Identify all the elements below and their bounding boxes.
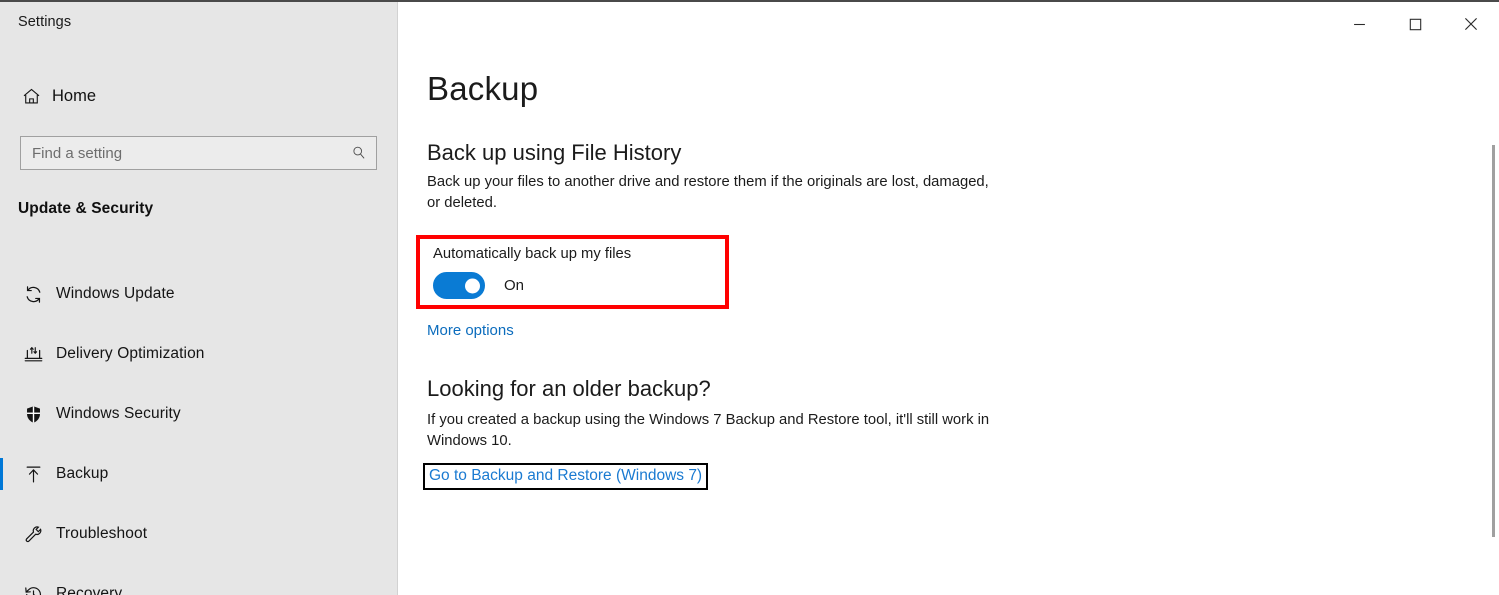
sidebar-item-troubleshoot[interactable]: Troubleshoot xyxy=(0,504,398,564)
close-icon xyxy=(1464,17,1478,31)
vertical-scrollbar-thumb[interactable] xyxy=(1492,145,1495,537)
search-input[interactable] xyxy=(21,145,342,162)
settings-window: Settings Home Update & Security xyxy=(0,0,1499,595)
delivery-optimization-icon xyxy=(10,344,56,365)
search-box[interactable] xyxy=(20,136,377,170)
sidebar-item-label: Recovery xyxy=(56,585,122,595)
page-title: Backup xyxy=(427,70,538,108)
auto-backup-label: Automatically back up my files xyxy=(433,246,631,262)
home-icon xyxy=(10,86,52,107)
go-to-backup-restore-link[interactable]: Go to Backup and Restore (Windows 7) xyxy=(429,467,702,484)
toggle-knob xyxy=(465,278,480,293)
auto-backup-toggle-row: On xyxy=(433,272,524,299)
window-controls xyxy=(1331,2,1499,46)
sidebar-item-label: Windows Update xyxy=(56,285,175,303)
search-button[interactable] xyxy=(342,137,376,169)
refresh-icon xyxy=(10,284,56,305)
selection-indicator xyxy=(0,398,3,430)
file-history-heading: Back up using File History xyxy=(427,140,681,166)
sidebar-item-home[interactable]: Home xyxy=(10,77,388,115)
minimize-button[interactable] xyxy=(1331,2,1387,46)
auto-backup-state: On xyxy=(504,277,524,294)
auto-backup-highlight-box: Automatically back up my files On xyxy=(416,235,729,309)
sidebar-item-home-label: Home xyxy=(52,87,96,106)
sidebar-item-windows-security[interactable]: Windows Security xyxy=(0,384,398,444)
sidebar-item-label: Delivery Optimization xyxy=(56,345,205,363)
history-clock-icon xyxy=(10,584,56,595)
selection-indicator xyxy=(0,278,3,310)
shield-icon xyxy=(10,404,56,425)
wrench-icon xyxy=(10,524,56,545)
sidebar-nav: Windows Update Delivery Optimization xyxy=(0,264,398,595)
sidebar-group-title: Update & Security xyxy=(18,200,153,218)
sidebar-item-label: Backup xyxy=(56,465,108,483)
sidebar: Settings Home Update & Security xyxy=(0,2,398,595)
selection-indicator xyxy=(0,518,3,550)
selection-indicator xyxy=(0,578,3,595)
go-to-backup-restore-focus-box: Go to Backup and Restore (Windows 7) xyxy=(423,463,708,490)
minimize-icon xyxy=(1353,18,1366,31)
sidebar-item-windows-update[interactable]: Windows Update xyxy=(0,264,398,324)
upload-arrow-icon xyxy=(10,464,56,485)
more-options-link[interactable]: More options xyxy=(427,322,514,339)
older-backup-heading: Looking for an older backup? xyxy=(427,376,711,402)
file-history-description: Back up your files to another drive and … xyxy=(427,172,997,214)
sidebar-item-backup[interactable]: Backup xyxy=(0,444,398,504)
sidebar-item-delivery-optimization[interactable]: Delivery Optimization xyxy=(0,324,398,384)
auto-backup-toggle[interactable] xyxy=(433,272,485,299)
sidebar-item-recovery[interactable]: Recovery xyxy=(0,564,398,595)
sidebar-item-label: Windows Security xyxy=(56,405,181,423)
close-button[interactable] xyxy=(1443,2,1499,46)
selection-indicator xyxy=(0,458,3,490)
app-title: Settings xyxy=(18,14,71,30)
older-backup-description: If you created a backup using the Window… xyxy=(427,410,1007,452)
maximize-icon xyxy=(1409,18,1422,31)
selection-indicator xyxy=(0,338,3,370)
maximize-button[interactable] xyxy=(1387,2,1443,46)
sidebar-item-label: Troubleshoot xyxy=(56,525,147,543)
main-content: Backup Back up using File History Back u… xyxy=(399,2,1499,595)
